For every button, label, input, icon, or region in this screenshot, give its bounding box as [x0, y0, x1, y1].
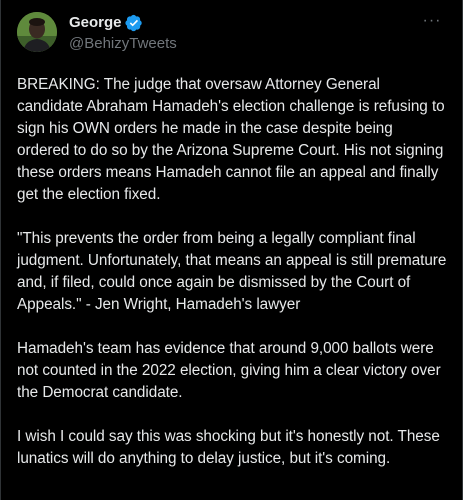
- author-handle[interactable]: @BehizyTweets: [69, 34, 177, 54]
- more-horizontal-icon[interactable]: ···: [421, 13, 443, 32]
- tweet-paragraph: BREAKING: The judge that oversaw Attorne…: [17, 76, 445, 203]
- author-names: George @BehizyTweets: [69, 13, 177, 54]
- display-name[interactable]: George: [69, 13, 122, 33]
- user-avatar-photo-icon: [17, 12, 57, 52]
- tweet-header: George @BehizyTweets ···: [17, 12, 447, 60]
- tweet-paragraph: Hamadeh's team has evidence that around …: [17, 340, 441, 401]
- verified-badge-icon[interactable]: [124, 14, 143, 32]
- tweet-text: BREAKING: The judge that oversaw Attorne…: [17, 74, 449, 470]
- tweet-paragraph: I wish I could say this was shocking but…: [17, 428, 440, 467]
- tweet-card: George @BehizyTweets ··· BREAKING: The j…: [0, 0, 463, 500]
- avatar[interactable]: [17, 12, 57, 52]
- tweet-paragraph: "This prevents the order from being a le…: [17, 230, 447, 313]
- display-name-row: George: [69, 13, 177, 33]
